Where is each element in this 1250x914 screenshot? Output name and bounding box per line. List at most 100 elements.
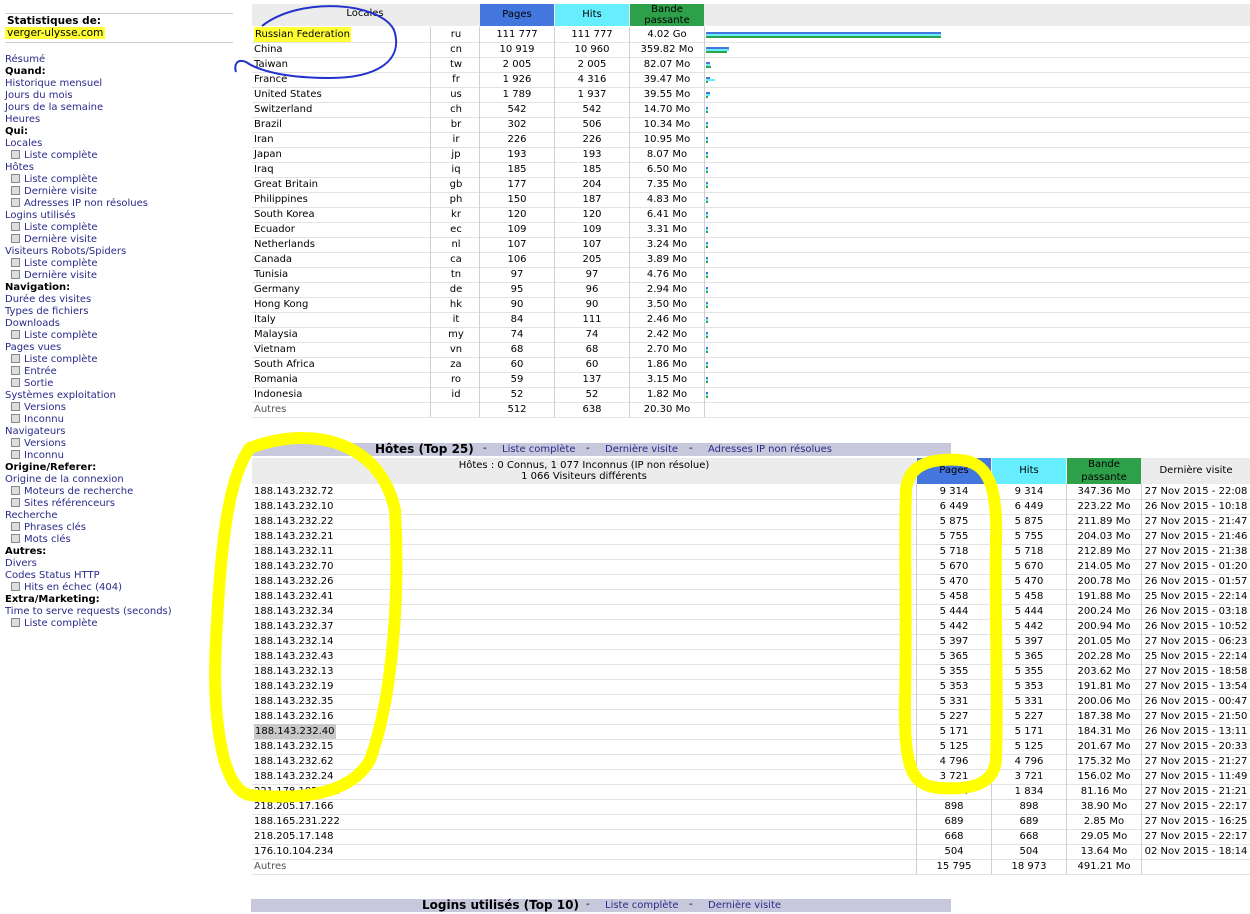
sub-item-icon <box>11 438 20 447</box>
host-hits: 6 449 <box>1014 501 1044 512</box>
nav-link-jours-de-la-semaine[interactable]: Jours de la semaine <box>5 102 231 114</box>
nav-link-liste-compl-te[interactable]: Liste complète <box>5 258 231 270</box>
nav-link-jours-du-mois[interactable]: Jours du mois <box>5 90 231 102</box>
nav-section-navigation: Navigation: <box>5 282 231 294</box>
hosts-unresolved-ip-link[interactable]: Adresses IP non résolues <box>708 444 832 455</box>
nav-label: Types de fichiers <box>5 306 89 317</box>
locale-pages: 2 005 <box>502 59 532 70</box>
nav-link-liste-compl-te[interactable]: Liste complète <box>5 174 231 186</box>
host-hits: 5 755 <box>1014 531 1044 542</box>
nav-link-liste-compl-te[interactable]: Liste complète <box>5 222 231 234</box>
locale-hits: 107 <box>582 239 602 250</box>
host-pages: 15 795 <box>936 861 972 872</box>
locale-code: de <box>449 284 463 295</box>
locale-code: za <box>450 359 462 370</box>
locale-code: id <box>451 389 461 400</box>
logins-full-list-link[interactable]: Liste complète <box>605 900 679 911</box>
nav-link-navigateurs[interactable]: Navigateurs <box>5 426 231 438</box>
nav-link-liste-compl-te[interactable]: Liste complète <box>5 618 231 630</box>
nav-link-inconnu[interactable]: Inconnu <box>5 450 231 462</box>
host-hits: 898 <box>1019 801 1039 812</box>
locale-hits: 542 <box>582 104 602 115</box>
sub-item-icon <box>11 258 20 267</box>
sub-item-icon <box>11 522 20 531</box>
nav-link-inconnu[interactable]: Inconnu <box>5 414 231 426</box>
sub-item-icon <box>11 378 20 387</box>
locale-hits: 74 <box>585 329 599 340</box>
nav-link-syst-mes-exploitation[interactable]: Systèmes exploitation <box>5 390 231 402</box>
nav-link-liste-compl-te[interactable]: Liste complète <box>5 354 231 366</box>
nav-link-origine-de-la-connexion[interactable]: Origine de la connexion <box>5 474 231 486</box>
nav-link-logins-utilis-s[interactable]: Logins utilisés <box>5 210 231 222</box>
nav-label: Extra/Marketing: <box>5 594 100 605</box>
nav-link-hits-en-chec-404[interactable]: Hits en échec (404) <box>5 582 231 594</box>
nav-link-dur-e-des-visites[interactable]: Durée des visites <box>5 294 231 306</box>
host-hits: 18 973 <box>1011 861 1047 872</box>
nav-link-heures[interactable]: Heures <box>5 114 231 126</box>
separator: - <box>586 443 590 454</box>
locale-row: Netherlands nl 107 107 3.24 Mo <box>252 237 1250 253</box>
host-row: 188.143.232.72 9 314 9 314 347.36 Mo 27 Nov … <box>252 484 1250 500</box>
locale-hits: 52 <box>585 389 599 400</box>
nav-section-origine-referer: Origine/Referer: <box>5 462 231 474</box>
separator: - <box>689 899 693 910</box>
nav-link-sortie[interactable]: Sortie <box>5 378 231 390</box>
bandwidth-bar <box>706 366 708 368</box>
nav-link-versions[interactable]: Versions <box>5 402 231 414</box>
nav-link-liste-compl-te[interactable]: Liste complète <box>5 150 231 162</box>
hosts-last-visit-link[interactable]: Dernière visite <box>605 444 678 455</box>
nav-link-visiteurs-robots-spiders[interactable]: Visiteurs Robots/Spiders <box>5 246 231 258</box>
host-ip: 188.143.232.11 <box>254 546 334 557</box>
nav-link-pages-vues[interactable]: Pages vues <box>5 342 231 354</box>
bandwidth-bar <box>706 201 708 203</box>
nav-link-types-de-fichiers[interactable]: Types de fichiers <box>5 306 231 318</box>
nav-link-r-sum[interactable]: Résumé <box>5 54 231 66</box>
bandwidth-bar <box>706 126 708 128</box>
logins-last-visit-link[interactable]: Dernière visite <box>708 900 781 911</box>
nav-link-phrases-cl-s[interactable]: Phrases clés <box>5 522 231 534</box>
nav-link-derni-re-visite[interactable]: Dernière visite <box>5 186 231 198</box>
locale-hits: 1 937 <box>577 89 607 100</box>
host-bandwidth: 200.06 Mo <box>1077 696 1131 707</box>
nav-link-historique-mensuel[interactable]: Historique mensuel <box>5 78 231 90</box>
nav-link-mots-cl-s[interactable]: Mots clés <box>5 534 231 546</box>
hosts-full-list-link[interactable]: Liste complète <box>502 444 576 455</box>
nav-link-derni-re-visite[interactable]: Dernière visite <box>5 270 231 282</box>
host-pages: 5 227 <box>939 711 969 722</box>
locale-row: Brazil br 302 506 10.34 Mo <box>252 117 1250 133</box>
nav-label: Moteurs de recherche <box>24 486 134 497</box>
nav-link-adresses-ip-non-r-solues[interactable]: Adresses IP non résolues <box>5 198 231 210</box>
nav-link-codes-status-http[interactable]: Codes Status HTTP <box>5 570 231 582</box>
locale-pages: 74 <box>510 329 524 340</box>
host-hits: 5 444 <box>1014 606 1044 617</box>
nav-link-locales[interactable]: Locales <box>5 138 231 150</box>
nav-link-liste-compl-te[interactable]: Liste complète <box>5 330 231 342</box>
locale-pages: 106 <box>507 254 527 265</box>
nav-label: Liste complète <box>24 618 98 629</box>
nav-link-entr-e[interactable]: Entrée <box>5 366 231 378</box>
nav-label: Sites référenceurs <box>24 498 115 509</box>
bandwidth-bar <box>706 261 708 263</box>
nav-link-versions[interactable]: Versions <box>5 438 231 450</box>
host-pages: 5 331 <box>939 696 969 707</box>
locale-bandwidth: 3.15 Mo <box>646 374 688 385</box>
nav-link-derni-re-visite[interactable]: Dernière visite <box>5 234 231 246</box>
nav-link-divers[interactable]: Divers <box>5 558 231 570</box>
nav-link-moteurs-de-recherche[interactable]: Moteurs de recherche <box>5 486 231 498</box>
nav-link-h-tes[interactable]: Hôtes <box>5 162 231 174</box>
host-pages: 5 365 <box>939 651 969 662</box>
nav-link-time-to-serve-requests-seconds[interactable]: Time to serve requests (seconds) <box>5 606 231 618</box>
host-last-visit: 27 Nov 2015 - 21:21 <box>1144 786 1248 797</box>
host-row: 188.143.232.35 5 331 5 331 200.06 Mo 26 Nov … <box>252 694 1250 710</box>
nav-link-recherche[interactable]: Recherche <box>5 510 231 522</box>
host-hits: 5 670 <box>1014 561 1044 572</box>
locale-bandwidth: 2.94 Mo <box>646 284 688 295</box>
locale-pages: 542 <box>507 104 527 115</box>
locale-code: gb <box>449 179 463 190</box>
locale-hits: 204 <box>582 179 602 190</box>
host-bandwidth: 203.62 Mo <box>1077 666 1131 677</box>
host-bandwidth: 200.78 Mo <box>1077 576 1131 587</box>
host-bandwidth: 201.05 Mo <box>1077 636 1131 647</box>
nav-link-sites-r-f-renceurs[interactable]: Sites référenceurs <box>5 498 231 510</box>
nav-link-downloads[interactable]: Downloads <box>5 318 231 330</box>
